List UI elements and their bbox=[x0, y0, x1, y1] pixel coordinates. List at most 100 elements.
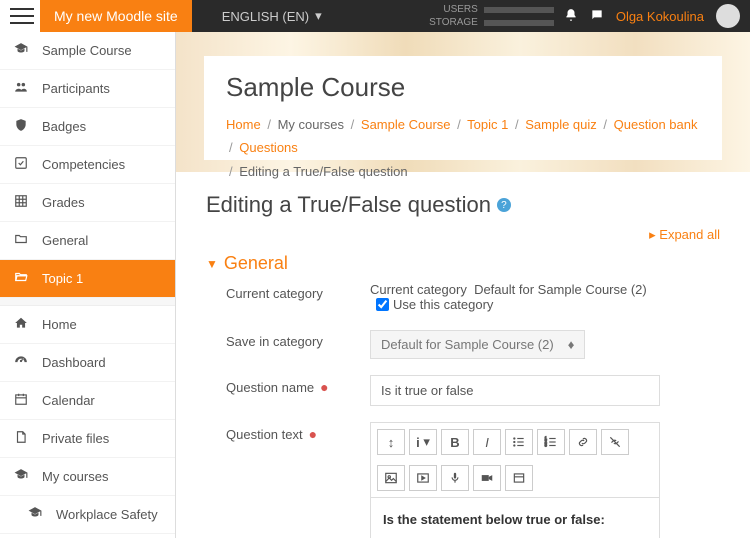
crumb-mycourses: My courses bbox=[278, 117, 344, 132]
sidebar-item-label: My courses bbox=[42, 469, 108, 484]
sidebar-item-grades[interactable]: Grades bbox=[0, 184, 175, 222]
hamburger-icon[interactable] bbox=[10, 6, 34, 26]
section-general[interactable]: ▼ General bbox=[206, 253, 720, 274]
label-question-name: Question name ● bbox=[226, 375, 356, 395]
check-icon bbox=[14, 156, 30, 173]
gauge-icon bbox=[14, 354, 30, 371]
crumb-qbank[interactable]: Question bank bbox=[614, 117, 698, 132]
label-save-in-category: Save in category bbox=[226, 330, 356, 349]
chat-icon[interactable] bbox=[590, 8, 604, 25]
sidebar-item-label: Workplace Safety bbox=[56, 507, 158, 522]
sidebar-item-label: Topic 1 bbox=[42, 271, 83, 286]
sidebar-item-badges[interactable]: Badges bbox=[0, 108, 175, 146]
shield-icon bbox=[14, 118, 30, 135]
language-label: ENGLISH (EN) bbox=[222, 9, 309, 24]
sidebar-item-dashboard[interactable]: Dashboard bbox=[0, 344, 175, 382]
crumb-home[interactable]: Home bbox=[226, 117, 261, 132]
editor-media-button[interactable] bbox=[409, 465, 437, 491]
save-in-category-select[interactable]: Default for Sample Course (2) ♦ bbox=[370, 330, 585, 359]
graduation-icon bbox=[14, 468, 30, 485]
content-heading: Editing a True/False question ? bbox=[206, 192, 720, 218]
folder-open-icon bbox=[14, 270, 30, 287]
crumb-editing: Editing a True/False question bbox=[239, 164, 407, 179]
crumb-topic[interactable]: Topic 1 bbox=[467, 117, 508, 132]
editor-image-button[interactable] bbox=[377, 465, 405, 491]
crumb-questions[interactable]: Questions bbox=[239, 140, 298, 155]
chevron-down-icon: ▾ bbox=[315, 8, 322, 24]
help-icon[interactable]: ? bbox=[497, 198, 511, 212]
label-question-text: Question text ● bbox=[226, 422, 356, 442]
editor-ol-button[interactable]: 123 bbox=[537, 429, 565, 455]
sidebar-item-label: Sample Course bbox=[42, 43, 132, 58]
sidebar: Sample Course Participants Badges Competenc… bbox=[0, 32, 176, 538]
sidebar-item-general[interactable]: General bbox=[0, 222, 175, 260]
use-this-category[interactable]: Use this category bbox=[376, 297, 493, 312]
select-caret-icon: ♦ bbox=[568, 337, 575, 352]
sidebar-item-private-files[interactable]: Private files bbox=[0, 420, 175, 458]
svg-text:3: 3 bbox=[545, 443, 548, 448]
editor-link-button[interactable] bbox=[569, 429, 597, 455]
hamburger-wrap bbox=[0, 0, 40, 32]
editor-manage-button[interactable] bbox=[505, 465, 533, 491]
crumb-sample-course[interactable]: Sample Course bbox=[361, 117, 451, 132]
required-icon: ● bbox=[320, 379, 328, 395]
editor-ul-button[interactable] bbox=[505, 429, 533, 455]
graduation-icon bbox=[14, 42, 30, 59]
sidebar-item-label: Dashboard bbox=[42, 355, 106, 370]
crumb-quiz[interactable]: Sample quiz bbox=[525, 117, 597, 132]
sidebar-item-topic-1[interactable]: Topic 1 bbox=[0, 260, 175, 298]
editor-italic-button[interactable]: I bbox=[473, 429, 501, 455]
sidebar-item-label: Calendar bbox=[42, 393, 95, 408]
sidebar-separator bbox=[0, 298, 175, 306]
site-name-button[interactable]: My new Moodle site bbox=[40, 0, 192, 32]
breadcrumb: Home / My courses / Sample Course / Topi… bbox=[226, 113, 700, 183]
sidebar-item-label: Home bbox=[42, 317, 77, 332]
users-label: USERS bbox=[443, 3, 477, 16]
chevron-down-icon: ▼ bbox=[206, 257, 218, 271]
question-name-input[interactable] bbox=[370, 375, 660, 406]
bell-icon[interactable] bbox=[564, 8, 578, 25]
current-category-text: Current category bbox=[370, 282, 467, 297]
top-bar: My new Moodle site ENGLISH (EN) ▾ USERS … bbox=[0, 0, 750, 32]
user-name[interactable]: Olga Kokoulina bbox=[616, 9, 704, 24]
calendar-icon bbox=[14, 392, 30, 409]
sidebar-item-label: Private files bbox=[42, 431, 109, 446]
folder-icon bbox=[14, 232, 30, 249]
editor-bold-button[interactable]: B bbox=[441, 429, 469, 455]
home-icon bbox=[14, 316, 30, 333]
required-icon: ● bbox=[309, 426, 317, 442]
sidebar-item-participants[interactable]: Participants bbox=[0, 70, 175, 108]
avatar[interactable] bbox=[716, 4, 740, 28]
grid-icon bbox=[14, 194, 30, 211]
editor-paragraph-button[interactable]: i ▾ bbox=[409, 429, 437, 455]
expand-all-link[interactable]: ▸ Expand all bbox=[649, 227, 720, 242]
file-icon bbox=[14, 430, 30, 447]
sidebar-item-competencies[interactable]: Competencies bbox=[0, 146, 175, 184]
editor-toolbar: ↕ i ▾ B I 123 bbox=[371, 423, 659, 498]
sidebar-item-label: Participants bbox=[42, 81, 110, 96]
sidebar-item-label: Grades bbox=[42, 195, 85, 210]
label-current-category: Current category bbox=[226, 282, 356, 301]
editor-video-button[interactable] bbox=[473, 465, 501, 491]
sidebar-item-home[interactable]: Home bbox=[0, 306, 175, 344]
users-bar bbox=[484, 7, 554, 13]
rich-text-editor: ↕ i ▾ B I 123 bbox=[370, 422, 660, 538]
editor-mic-button[interactable] bbox=[441, 465, 469, 491]
sidebar-item-my-courses[interactable]: My courses bbox=[0, 458, 175, 496]
page-title: Sample Course bbox=[226, 72, 700, 103]
editor-content[interactable]: Is the statement below true or false: Du… bbox=[371, 498, 659, 538]
sidebar-item-sample-course[interactable]: Sample Course bbox=[0, 32, 175, 70]
users-icon bbox=[14, 80, 30, 97]
storage-bar bbox=[484, 20, 554, 26]
banner: Sample Course Home / My courses / Sample… bbox=[176, 32, 750, 172]
use-this-category-checkbox[interactable] bbox=[376, 298, 389, 311]
header-right: Olga Kokoulina bbox=[564, 4, 740, 28]
sidebar-item-label: General bbox=[42, 233, 88, 248]
editor-unlink-button[interactable] bbox=[601, 429, 629, 455]
editor-toggle-icon[interactable]: ↕ bbox=[377, 429, 405, 455]
sidebar-item-workplace-safety[interactable]: Workplace Safety bbox=[0, 496, 175, 534]
graduation-icon bbox=[28, 506, 44, 523]
sidebar-item-label: Competencies bbox=[42, 157, 125, 172]
language-selector[interactable]: ENGLISH (EN) ▾ bbox=[222, 8, 322, 24]
sidebar-item-calendar[interactable]: Calendar bbox=[0, 382, 175, 420]
